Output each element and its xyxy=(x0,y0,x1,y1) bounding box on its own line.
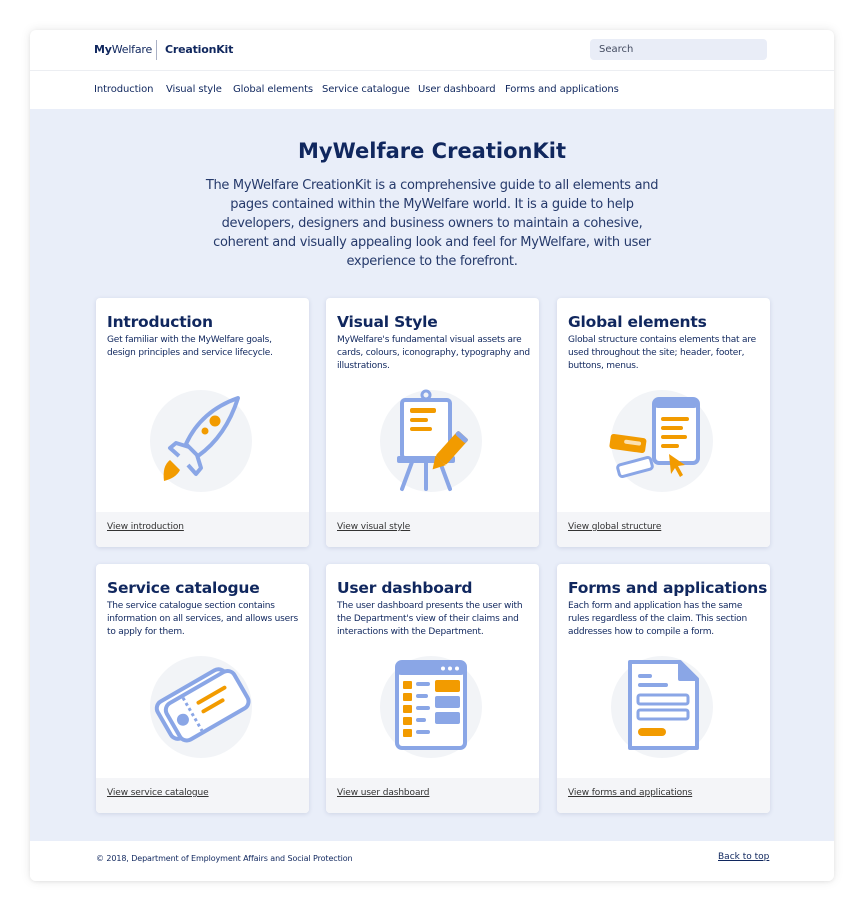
card-forms-and-applications[interactable]: Forms and applications Each form and app… xyxy=(557,564,770,813)
card-footer: View global structure xyxy=(557,512,770,547)
card-footer: View service catalogue xyxy=(96,778,309,813)
card-footer: View visual style xyxy=(326,512,539,547)
card-description: Get familiar with the MyWelfare goals, d… xyxy=(107,335,273,358)
card-link[interactable]: View forms and applications xyxy=(568,788,692,798)
ticket-icon xyxy=(150,656,252,758)
nav-item-forms-and-applications[interactable]: Forms and applications xyxy=(505,84,619,95)
nav-item-visual-style[interactable]: Visual style xyxy=(166,84,222,95)
card-title: User dashboard xyxy=(337,579,473,597)
back-to-top-link[interactable]: Back to top xyxy=(718,852,769,862)
card-footer: View user dashboard xyxy=(326,778,539,813)
card-service-catalogue[interactable]: Service catalogue The service catalogue … xyxy=(96,564,309,813)
card-title: Global elements xyxy=(568,313,707,331)
intro-text: The MyWelfare CreationKit is a comprehen… xyxy=(205,178,659,269)
brand-divider xyxy=(156,40,157,60)
card-introduction[interactable]: Introduction Get familiar with the MyWel… xyxy=(96,298,309,547)
page-title: MyWelfare CreationKit xyxy=(298,139,566,163)
form-document-icon xyxy=(611,656,713,758)
card-title: Visual Style xyxy=(337,313,438,331)
card-visual-style[interactable]: Visual Style MyWelfare's fundamental vis… xyxy=(326,298,539,547)
hero-section: MyWelfare CreationKit The MyWelfare Crea… xyxy=(30,109,834,841)
card-description: Global structure contains elements that … xyxy=(568,335,756,371)
easel-pencil-icon xyxy=(380,389,482,492)
brand-logo[interactable]: MyWelfare CreationKit xyxy=(94,40,233,60)
phone-ui-icon xyxy=(609,390,713,492)
card-description: Each form and application has the same r… xyxy=(568,601,747,637)
card-description: The service catalogue section contains i… xyxy=(107,601,298,637)
card-title: Introduction xyxy=(107,313,213,331)
nav-item-introduction[interactable]: Introduction xyxy=(94,84,153,95)
card-title: Service catalogue xyxy=(107,579,260,597)
main-nav: Introduction Visual style Global element… xyxy=(30,71,834,108)
card-footer: View forms and applications xyxy=(557,778,770,813)
card-title: Forms and applications xyxy=(568,579,768,597)
card-global-elements[interactable]: Global elements Global structure contain… xyxy=(557,298,770,547)
footer: © 2018, Department of Employment Affairs… xyxy=(30,841,834,881)
nav-item-global-elements[interactable]: Global elements xyxy=(233,84,313,95)
nav-item-user-dashboard[interactable]: User dashboard xyxy=(418,84,496,95)
brand-welfare: Welfare xyxy=(111,43,153,56)
rocket-icon xyxy=(150,390,252,492)
page-frame: MyWelfare CreationKit Introduction Visua… xyxy=(30,30,834,881)
card-link[interactable]: View visual style xyxy=(337,522,410,532)
search-input[interactable] xyxy=(590,39,767,60)
nav-item-service-catalogue[interactable]: Service catalogue xyxy=(322,84,410,95)
card-link[interactable]: View global structure xyxy=(568,522,661,532)
card-link[interactable]: View introduction xyxy=(107,522,184,532)
card-link[interactable]: View user dashboard xyxy=(337,788,430,798)
card-description: MyWelfare's fundamental visual assets ar… xyxy=(337,335,530,371)
header: MyWelfare CreationKit xyxy=(30,30,834,71)
card-description: The user dashboard presents the user wit… xyxy=(337,601,523,637)
card-user-dashboard[interactable]: User dashboard The user dashboard presen… xyxy=(326,564,539,813)
brand-my: My xyxy=(94,43,112,56)
brand-kit: CreationKit xyxy=(165,43,234,56)
dashboard-window-icon xyxy=(380,656,482,758)
card-link[interactable]: View service catalogue xyxy=(107,788,209,798)
card-footer: View introduction xyxy=(96,512,309,547)
copyright-text: © 2018, Department of Employment Affairs… xyxy=(96,854,353,863)
